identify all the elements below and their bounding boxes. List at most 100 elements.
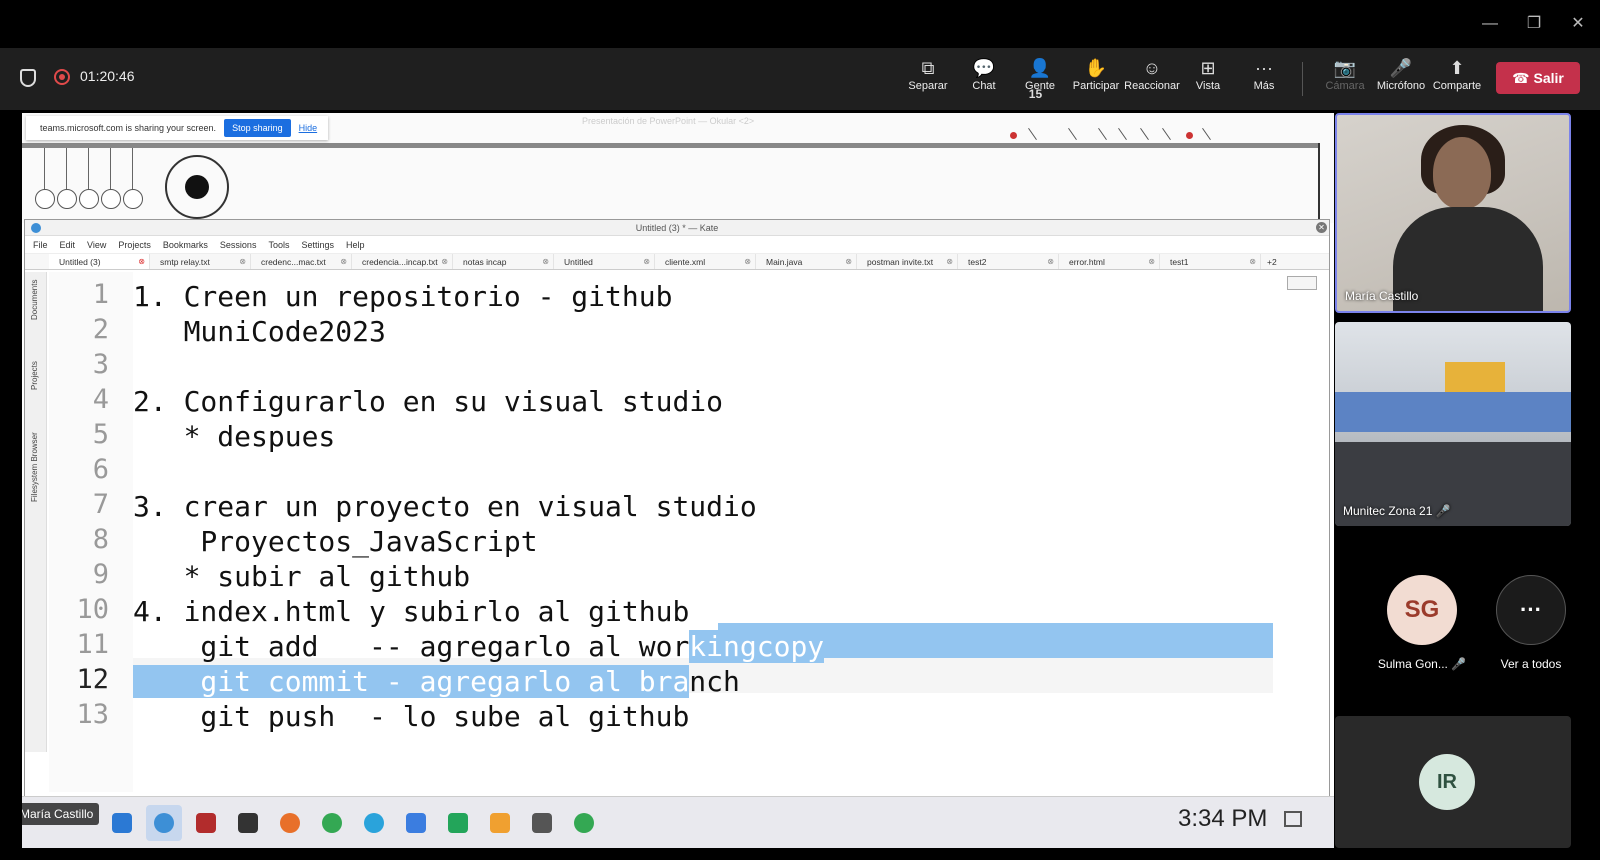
side-panel-tab[interactable]: Filesystem Browser [30,432,39,502]
slide-red-dot [1010,132,1017,139]
close-tab-icon[interactable]: ⊗ [239,257,246,266]
vista-button[interactable]: ⊞ Vista [1180,56,1236,96]
code-line: 1. Creen un repositorio - github [133,280,673,313]
editor-tab[interactable]: error.html ⊗ [1059,254,1160,269]
editor-tab[interactable]: cliente.xml ⊗ [655,254,756,269]
minimap[interactable] [1287,276,1317,290]
editor-tab[interactable]: notas incap ⊗ [453,254,554,269]
mas-button[interactable]: ··· Más [1236,56,1292,96]
leave-button[interactable]: ☎ Salir [1496,62,1580,94]
menu-item[interactable]: Settings [301,240,334,250]
close-tab-icon[interactable]: ⊗ [340,257,347,266]
participant-name: Sulma Gon... [1377,657,1448,671]
line-number-gutter: 1 2 3 4 5 6 7 8 9 10 11 12 13 [49,272,133,792]
chrome-icon[interactable] [566,805,602,841]
editor-tab[interactable]: test2 ⊗ [958,254,1059,269]
kate-title: Untitled (3) * — Kate [635,223,719,233]
close-tab-icon[interactable]: ⊗ [1148,257,1155,266]
participant-tile[interactable]: IR [1335,716,1571,848]
show-desktop-icon[interactable] [1284,811,1302,827]
editor-tab[interactable]: credenc...mac.txt ⊗ [251,254,352,269]
side-panel-tab[interactable]: Documents [30,280,39,320]
restore-button[interactable]: ❐ [1512,10,1556,38]
more-tabs-button[interactable]: +2 [1261,254,1277,269]
stop-sharing-button[interactable]: Stop sharing [224,119,291,137]
participar-button[interactable]: ✋ Participar [1068,56,1124,96]
gente-button[interactable]: 👤 15 Gente [1012,56,1068,101]
menu-item[interactable]: Bookmarks [163,240,208,250]
close-tab-icon[interactable]: ⊗ [1249,257,1256,266]
chrome-icon[interactable] [314,805,350,841]
view-all-button[interactable]: ··· Ver a todos [1476,575,1586,671]
system-tray[interactable] [1064,809,1144,835]
close-tab-icon[interactable]: ⊗ [845,257,852,266]
line-number: 1 [92,279,109,310]
editor-tab[interactable]: Untitled ⊗ [554,254,655,269]
document-icon[interactable] [398,805,434,841]
kate-menubar: File Edit View Projects Bookmarks Sessions Too… [25,236,1329,254]
comparte-button[interactable]: ⬆ Comparte [1429,56,1485,96]
menu-item[interactable]: View [87,240,106,250]
kate-tabbar: Untitled (3) ⊗ smtp relay.txt ⊗ credenc...ma… [25,254,1329,270]
minimize-button[interactable]: — [1468,10,1512,38]
slides-icon[interactable] [482,805,518,841]
participant-avatar-sg[interactable]: SG Sulma Gon... 🎤 [1367,575,1477,671]
line-number: 2 [92,314,109,345]
participant-tile[interactable]: Munitec Zona 21 🎤 [1335,322,1571,526]
slide-edge [1318,143,1320,223]
screenshot-icon[interactable] [524,805,560,841]
separar-button[interactable]: ⧉ Separar [900,56,956,96]
menu-item[interactable]: File [33,240,48,250]
shared-screen: Presentación de PowerPoint — Okular <2> … [22,113,1334,848]
share-icon: ⬆ [1449,58,1465,78]
reaccionar-button[interactable]: ☺ Reaccionar [1124,56,1180,96]
taskbar-clock[interactable]: 3:34 PM [1178,805,1267,833]
menu-item[interactable]: Help [346,240,365,250]
telegram-icon[interactable] [356,805,392,841]
side-panel-tab[interactable]: Projects [30,361,39,390]
editor-tab[interactable]: Untitled (3) ⊗ [49,254,150,269]
participant-tile[interactable]: María Castillo [1335,113,1571,313]
close-tab-icon[interactable]: ⊗ [441,257,448,266]
tab-label: Untitled [564,256,593,267]
recording-icon [54,69,70,85]
close-tab-icon[interactable]: ⊗ [1047,257,1054,266]
people-icon: 👤 [1028,58,1052,78]
file-manager-icon[interactable] [104,805,140,841]
editor-tab[interactable]: postman invite.txt ⊗ [857,254,958,269]
editor-tab[interactable]: credencia...incap.txt ⊗ [352,254,453,269]
more-icon: ··· [1496,575,1566,645]
kde-icon[interactable] [146,805,182,841]
app-icon[interactable] [188,805,224,841]
editor-tab[interactable]: smtp relay.txt ⊗ [150,254,251,269]
menu-item[interactable]: Tools [268,240,289,250]
code-line: MuniCode2023 [133,315,386,348]
chat-button[interactable]: 💬 Chat [956,56,1012,96]
hide-banner-link[interactable]: Hide [299,123,318,133]
microfono-button[interactable]: 🎤 Micrófono [1373,56,1429,96]
line-number: 13 [76,699,109,730]
close-tab-icon[interactable]: ⊗ [643,257,650,266]
menu-item[interactable]: Sessions [220,240,257,250]
editor-tab[interactable]: test1 ⊗ [1160,254,1261,269]
code-editor[interactable]: 1. Creen un repositorio - github MuniCod… [133,272,1273,792]
menu-item[interactable]: Projects [118,240,151,250]
kate-close-icon[interactable]: ✕ [1316,222,1327,233]
editor-tab[interactable]: Main.java ⊗ [756,254,857,269]
close-button[interactable]: ✕ [1556,10,1600,38]
participant-video [1335,392,1571,432]
close-tab-icon[interactable]: ⊗ [946,257,953,266]
sheet-icon[interactable] [440,805,476,841]
terminal-icon[interactable] [230,805,266,841]
selected-text: kingcopy [689,630,825,663]
menu-item[interactable]: Edit [60,240,76,250]
close-tab-icon[interactable]: ⊗ [138,257,145,266]
camara-label: Cámara [1325,80,1365,92]
camara-button[interactable]: 📷 Cámara [1317,56,1373,96]
close-tab-icon[interactable]: ⊗ [542,257,549,266]
microfono-label: Micrófono [1376,80,1426,92]
tab-label: credencia...incap.txt [362,256,438,267]
close-tab-icon[interactable]: ⊗ [744,257,751,266]
firefox-icon[interactable] [272,805,308,841]
camera-off-icon: 📷 [1333,58,1357,78]
